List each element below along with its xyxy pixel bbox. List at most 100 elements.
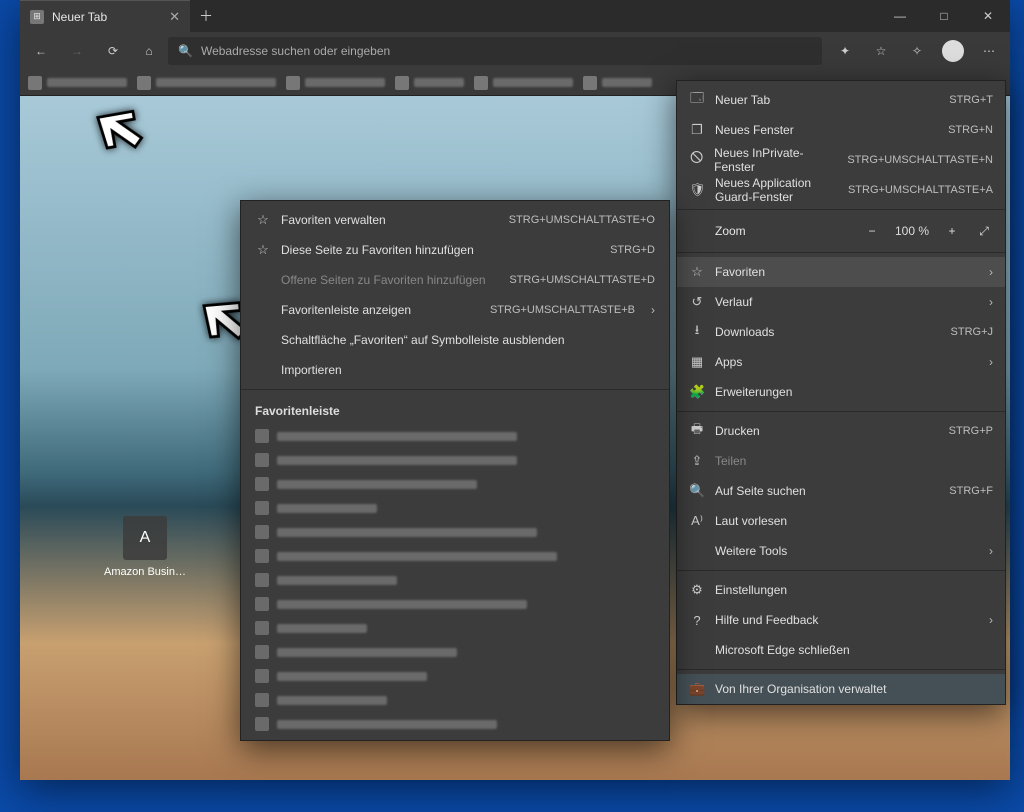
favorite-entry[interactable] xyxy=(241,472,669,496)
favorites-bar-item[interactable] xyxy=(583,76,652,90)
submenu-manage-favorites[interactable]: ☆Favoriten verwaltenSTRG+UMSCHALTTASTE+O xyxy=(241,205,669,235)
browser-tab[interactable]: ⊞ Neuer Tab ✕ xyxy=(20,0,190,32)
star-icon: ☆ xyxy=(689,264,705,280)
favorite-entry[interactable] xyxy=(241,712,669,736)
address-bar[interactable]: 🔍 Webadresse suchen oder eingeben xyxy=(168,37,822,65)
search-icon: 🔍 xyxy=(689,483,705,499)
new-tab-button[interactable]: ＋ xyxy=(190,0,222,32)
menu-downloads[interactable]: ⭳DownloadsSTRG+J xyxy=(677,317,1005,347)
chevron-right-icon: › xyxy=(651,303,655,317)
favorite-entry[interactable] xyxy=(241,664,669,688)
favorite-entry[interactable] xyxy=(241,568,669,592)
menu-new-tab[interactable]: 🗔Neuer TabSTRG+T xyxy=(677,85,1005,115)
favicon-icon xyxy=(255,573,269,587)
menu-more-tools[interactable]: Weitere Tools› xyxy=(677,536,1005,566)
favorites-hub-icon[interactable]: ✧ xyxy=(900,36,934,66)
menu-settings[interactable]: ⚙Einstellungen xyxy=(677,575,1005,605)
apps-icon: ▦ xyxy=(689,354,705,370)
browser-window: ⊞ Neuer Tab ✕ ＋ — □ ✕ ← → ⟳ ⌂ 🔍 Webadres… xyxy=(20,0,1010,780)
favorites-bar-item[interactable] xyxy=(474,76,573,90)
favicon-icon xyxy=(395,76,409,90)
favicon-icon xyxy=(255,717,269,731)
menu-read-aloud[interactable]: A⁾Laut vorlesen xyxy=(677,506,1005,536)
toolbar: ← → ⟳ ⌂ 🔍 Webadresse suchen oder eingebe… xyxy=(20,32,1010,70)
minimize-button[interactable]: — xyxy=(878,0,922,32)
menu-appguard[interactable]: 🛡Neues Application Guard-FensterSTRG+UMS… xyxy=(677,175,1005,205)
print-icon: 🖶 xyxy=(689,420,705,442)
fullscreen-button[interactable]: ⤢ xyxy=(975,224,993,239)
search-icon: 🔍 xyxy=(178,44,193,58)
profile-button[interactable] xyxy=(936,36,970,66)
favicon-icon xyxy=(255,549,269,563)
menu-close-edge[interactable]: Microsoft Edge schließen xyxy=(677,635,1005,665)
gear-icon: ⚙ xyxy=(689,582,705,598)
briefcase-icon: 💼 xyxy=(689,681,705,697)
menu-find[interactable]: 🔍Auf Seite suchenSTRG+F xyxy=(677,476,1005,506)
submenu-import[interactable]: Importieren xyxy=(241,355,669,385)
menu-help[interactable]: ?Hilfe und Feedback› xyxy=(677,605,1005,635)
favorite-entry[interactable] xyxy=(241,424,669,448)
favicon-icon xyxy=(286,76,300,90)
favorite-entry[interactable] xyxy=(241,616,669,640)
menu-inprivate[interactable]: 🛇Neues InPrivate-FensterSTRG+UMSCHALTTAS… xyxy=(677,145,1005,175)
new-tab-icon: 🗔 xyxy=(689,89,705,111)
favorite-entry[interactable] xyxy=(241,496,669,520)
menu-separator xyxy=(677,570,1005,571)
menu-separator xyxy=(677,252,1005,253)
tab-title: Neuer Tab xyxy=(52,10,107,24)
favorites-bar-item[interactable] xyxy=(137,76,276,90)
favorites-bar-item[interactable] xyxy=(28,76,127,90)
close-tab-icon[interactable]: ✕ xyxy=(169,9,180,25)
close-window-button[interactable]: ✕ xyxy=(966,0,1010,32)
chevron-right-icon: › xyxy=(989,613,993,627)
submenu-hide-favorites-button[interactable]: Schaltfläche „Favoriten“ auf Symbolleist… xyxy=(241,325,669,355)
favicon-icon xyxy=(28,76,42,90)
forward-button[interactable]: → xyxy=(60,36,94,66)
menu-extensions[interactable]: 🧩Erweiterungen xyxy=(677,377,1005,407)
favicon-icon xyxy=(255,453,269,467)
favorite-icon[interactable]: ☆ xyxy=(864,36,898,66)
submenu-show-favorites-bar[interactable]: Favoritenleiste anzeigenSTRG+UMSCHALTTAS… xyxy=(241,295,669,325)
menu-managed-by-org[interactable]: 💼Von Ihrer Organisation verwaltet xyxy=(677,674,1005,704)
favorite-entry[interactable] xyxy=(241,544,669,568)
zoom-out-button[interactable]: − xyxy=(863,224,881,238)
quick-link-tile[interactable]: A Amazon Busin… xyxy=(100,516,190,578)
inprivate-icon: 🛇 xyxy=(689,149,704,171)
menu-separator xyxy=(677,669,1005,670)
settings-ellipsis-button[interactable]: ⋯ xyxy=(972,36,1006,66)
refresh-button[interactable]: ⟳ xyxy=(96,36,130,66)
appguard-icon: 🛡 xyxy=(689,182,705,198)
menu-new-window[interactable]: ❐Neues FensterSTRG+N xyxy=(677,115,1005,145)
favorite-entry[interactable] xyxy=(241,592,669,616)
share-icon: ⇪ xyxy=(689,453,705,469)
favorite-entry[interactable] xyxy=(241,520,669,544)
back-button[interactable]: ← xyxy=(24,36,58,66)
menu-history[interactable]: ↺Verlauf› xyxy=(677,287,1005,317)
window-controls: — □ ✕ xyxy=(878,0,1010,32)
tab-page-icon: ⊞ xyxy=(30,10,44,24)
menu-favorites[interactable]: ☆Favoriten› xyxy=(677,257,1005,287)
submenu-add-page[interactable]: ☆Diese Seite zu Favoriten hinzufügenSTRG… xyxy=(241,235,669,265)
favicon-icon xyxy=(255,477,269,491)
zoom-in-button[interactable]: + xyxy=(943,224,961,238)
favicon-icon xyxy=(255,429,269,443)
favorites-bar-item[interactable] xyxy=(395,76,464,90)
translate-icon[interactable]: ✦ xyxy=(828,36,862,66)
annotation-arrow-icon xyxy=(85,96,150,164)
favorite-entry[interactable] xyxy=(241,640,669,664)
maximize-button[interactable]: □ xyxy=(922,0,966,32)
history-icon: ↺ xyxy=(689,294,705,310)
chevron-right-icon: › xyxy=(989,544,993,558)
favicon-icon xyxy=(255,501,269,515)
favorite-entry[interactable] xyxy=(241,688,669,712)
favorite-entry[interactable] xyxy=(241,448,669,472)
menu-apps[interactable]: ▦Apps› xyxy=(677,347,1005,377)
favorites-bar-item[interactable] xyxy=(286,76,385,90)
menu-zoom-row: Zoom − 100 % + ⤢ xyxy=(677,214,1005,248)
menu-print[interactable]: 🖶DruckenSTRG+P xyxy=(677,416,1005,446)
menu-separator xyxy=(677,411,1005,412)
home-button[interactable]: ⌂ xyxy=(132,36,166,66)
help-icon: ? xyxy=(689,613,705,628)
favicon-icon xyxy=(474,76,488,90)
download-icon: ⭳ xyxy=(689,321,705,343)
